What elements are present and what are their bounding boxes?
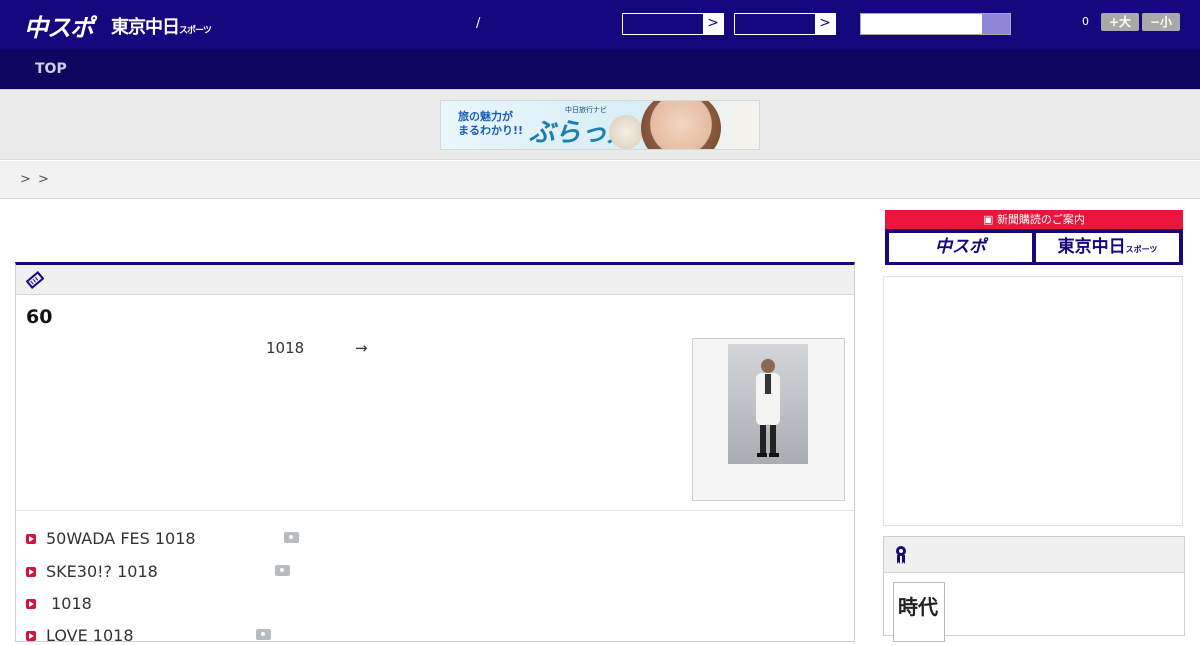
subscription-box: ▣ 新聞購読のご案内 中スポ 東京中日スポーツ (885, 210, 1183, 265)
article-box: 60 1018 → 50WADA FES 1018 SKE30!? 1018 1… (15, 262, 855, 645)
font-larger-button[interactable]: +大 (1101, 13, 1139, 31)
related-link[interactable]: 1018 (26, 594, 92, 613)
play-bullet-icon (26, 567, 36, 577)
arrow-right-icon: → (355, 339, 368, 357)
play-bullet-icon (26, 599, 36, 609)
ranking-thumbnail[interactable]: 時代 (893, 582, 945, 642)
article-date: 1018 (266, 339, 305, 357)
ranking-header (884, 537, 1184, 573)
related-link[interactable]: SKE30!? 1018 (26, 562, 158, 581)
breadcrumb: > > (0, 161, 1200, 199)
ribbon-icon (896, 546, 906, 564)
ad-band: 旅の魅力が まるわかり!! 中日旅行ナビ ぶらっ人 (0, 89, 1200, 160)
related-link-label: LOVE 1018 (46, 626, 134, 645)
photo-image (728, 344, 808, 464)
article-photo[interactable] (692, 338, 845, 501)
newspaper-icon: ▣ (983, 213, 997, 226)
related-link-label: 1018 (46, 594, 92, 613)
counter-text: 0 (1082, 15, 1089, 28)
font-smaller-button[interactable]: −小 (1142, 13, 1180, 31)
camera-icon (284, 532, 299, 543)
global-nav: TOP (0, 49, 1200, 89)
search-input[interactable] (861, 14, 983, 34)
subscribe-tokyo-label: 東京中日 (1057, 237, 1126, 257)
travel-ad-banner[interactable]: 旅の魅力が まるわかり!! 中日旅行ナビ ぶらっ人 (440, 100, 760, 150)
subscribe-tokyo-button[interactable]: 東京中日スポーツ (1036, 233, 1179, 262)
chevron-right-icon: > (703, 14, 723, 34)
site-header: 中スポ 東京中日スポーツ / > > 0 +大 −小 (0, 0, 1200, 49)
article-category-bar (16, 265, 854, 295)
play-bullet-icon (26, 631, 36, 641)
person-figure (756, 359, 780, 457)
related-link[interactable]: 50WADA FES 1018 (26, 529, 196, 548)
shell-image (609, 115, 643, 149)
related-link-label: SKE30!? 1018 (46, 562, 158, 581)
subscribe-tokyo-small: スポーツ (1125, 245, 1158, 254)
search-box (860, 13, 1011, 35)
subscription-title-text: 新聞購読のご案内 (996, 213, 1085, 226)
breadcrumb-separator: > (20, 172, 31, 187)
divider (16, 510, 854, 511)
banner-line2: まるわかり!! (458, 124, 524, 137)
chevron-right-icon: > (815, 14, 835, 34)
ranking-box: 時代 (883, 536, 1185, 642)
logo-sub-text: 東京中日 (111, 17, 180, 38)
sidebar-ad[interactable] (883, 276, 1183, 526)
play-bullet-icon (26, 534, 36, 544)
banner-line1: 旅の魅力が (458, 110, 513, 123)
subscription-title[interactable]: ▣ 新聞購読のご案内 (885, 210, 1183, 229)
breadcrumb-separator: > (38, 172, 49, 187)
category-select-2[interactable]: > (734, 13, 836, 35)
camera-icon (275, 565, 290, 576)
model-photo (641, 101, 721, 149)
camera-icon (256, 629, 271, 640)
logo-sub-small: スポーツ (179, 26, 212, 36)
nav-item-top[interactable]: TOP (35, 61, 67, 77)
subscribe-chuspo-button[interactable]: 中スポ (889, 233, 1032, 262)
header-slash: / (476, 16, 481, 31)
article-title: 60 (26, 306, 53, 328)
category-select-1[interactable]: > (622, 13, 724, 35)
banner-copy: 旅の魅力が まるわかり!! (458, 110, 523, 138)
related-link[interactable]: LOVE 1018 (26, 626, 134, 645)
ticket-icon (26, 271, 44, 289)
tokyo-chunichi-logo[interactable]: 東京中日スポーツ (111, 13, 212, 39)
chuspo-logo[interactable]: 中スポ (24, 8, 94, 43)
search-button[interactable] (982, 14, 1010, 34)
related-link-label: 50WADA FES 1018 (46, 529, 196, 548)
